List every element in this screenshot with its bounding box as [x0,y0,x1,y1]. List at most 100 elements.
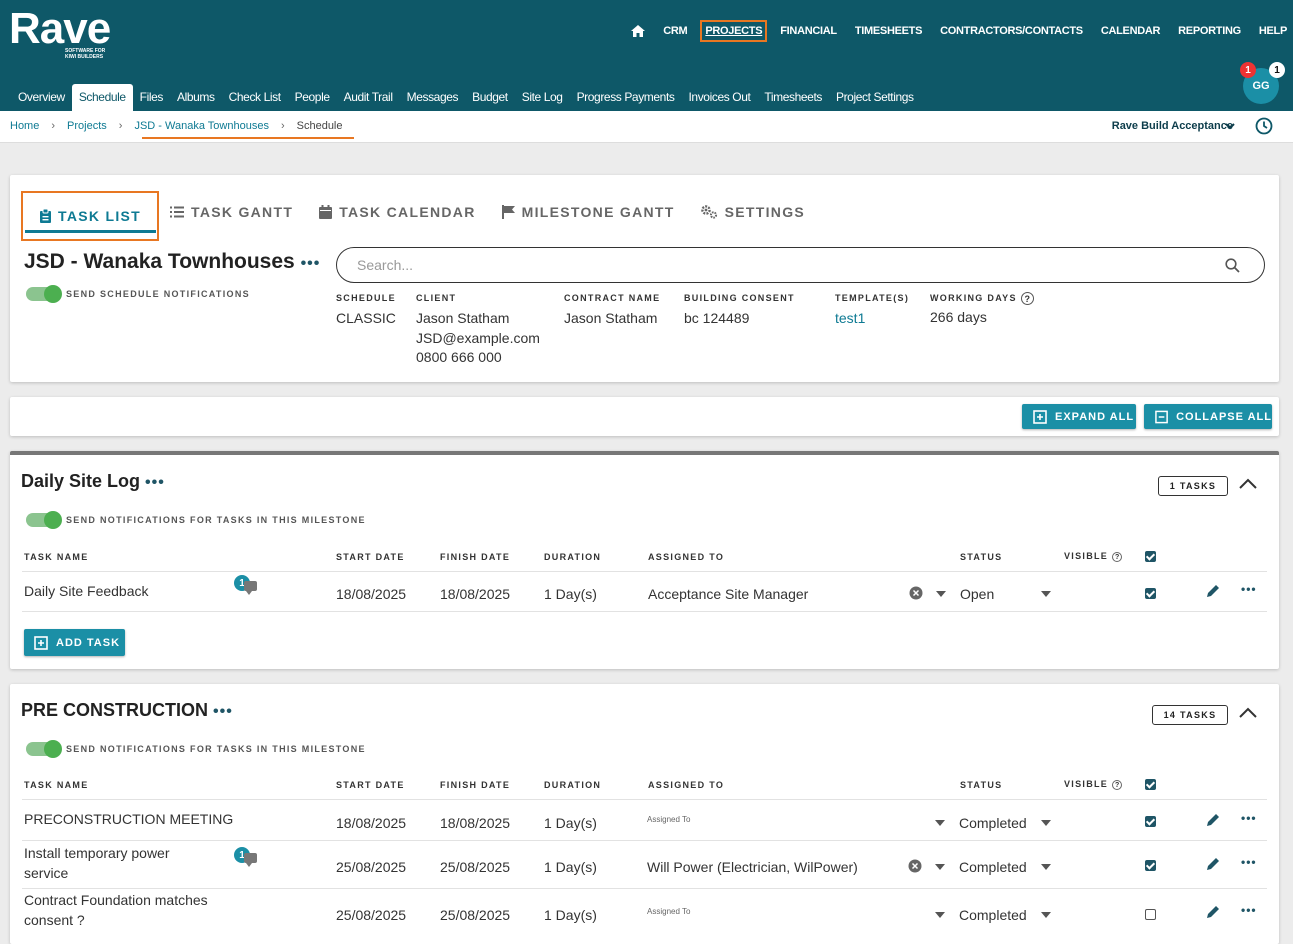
tab-task-calendar[interactable]: TASK CALENDAR [319,191,475,233]
pencil-icon[interactable] [1206,857,1220,871]
clear-icon[interactable] [908,859,922,873]
home-icon[interactable] [631,25,646,37]
task-name[interactable]: PRECONSTRUCTION MEETING [24,811,233,827]
dropdown-arrow-icon[interactable] [1041,820,1051,826]
help-icon[interactable]: ? [1112,779,1123,790]
task-finish-date[interactable]: 25/08/2025 [440,907,510,923]
task-name[interactable]: Install temporary power service [24,844,214,883]
nav-financial[interactable]: FINANCIAL [780,25,837,37]
milestone-notifications-toggle[interactable] [26,511,62,529]
task-visible-checkbox[interactable] [1145,909,1156,920]
search-input[interactable] [357,257,1217,273]
tab-people[interactable]: People [288,84,337,111]
row-more-menu[interactable]: ••• [1241,903,1257,917]
dropdown-arrow-icon[interactable] [935,912,945,918]
tab-budget[interactable]: Budget [465,84,515,111]
tab-overview[interactable]: Overview [11,84,72,111]
tab-messages[interactable]: Messages [400,84,466,111]
clock-icon[interactable] [1255,117,1273,135]
dropdown-arrow-icon[interactable] [1041,912,1051,918]
task-start-date[interactable]: 18/08/2025 [336,815,406,831]
schedule-notifications-toggle[interactable] [26,285,62,303]
clear-icon[interactable] [909,586,923,600]
task-assigned-to[interactable]: Acceptance Site Manager [648,586,808,602]
select-all-checkbox[interactable] [1145,551,1156,562]
nav-calendar[interactable]: CALENDAR [1101,25,1161,37]
task-visible-checkbox[interactable] [1145,588,1156,599]
nav-projects[interactable]: PROJECTS [700,20,768,42]
pencil-icon[interactable] [1206,584,1220,598]
dropdown-arrow-icon[interactable] [936,591,946,597]
task-name[interactable]: Daily Site Feedback [24,583,149,599]
task-duration[interactable]: 1 Day(s) [544,907,597,923]
task-visible-checkbox[interactable] [1145,816,1156,827]
breadcrumb-project[interactable]: JSD - Wanaka Townhouses [134,120,269,132]
nav-help[interactable]: HELP [1259,25,1287,37]
expand-all-button[interactable]: EXPAND ALL [1022,404,1136,429]
task-finish-date[interactable]: 18/08/2025 [440,586,510,602]
select-all-checkbox[interactable] [1145,779,1156,790]
dropdown-arrow-icon[interactable] [935,864,945,870]
tab-project-settings[interactable]: Project Settings [829,84,921,111]
task-finish-date[interactable]: 25/08/2025 [440,859,510,875]
chevron-down-icon[interactable] [1224,121,1236,131]
row-more-menu[interactable]: ••• [1241,855,1257,869]
help-icon[interactable]: ? [1112,551,1123,562]
breadcrumb-home[interactable]: Home [10,120,39,132]
rave-logo[interactable]: Rave SOFTWARE FOR KIWI BUILDERS [9,7,111,61]
task-assigned-to[interactable]: Will Power (Electrician, WilPower) [647,859,858,875]
nav-crm[interactable]: CRM [663,25,687,37]
pencil-icon[interactable] [1206,905,1220,919]
task-duration[interactable]: 1 Day(s) [544,586,597,602]
chevron-up-icon[interactable] [1238,478,1258,490]
pencil-icon[interactable] [1206,813,1220,827]
task-status[interactable]: Completed [959,815,1027,831]
project-more-menu[interactable]: ••• [301,255,321,272]
nav-timesheets[interactable]: TIMESHEETS [855,25,923,37]
task-start-date[interactable]: 18/08/2025 [336,586,406,602]
nav-reporting[interactable]: REPORTING [1178,25,1241,37]
notification-badge-red[interactable]: 1 [1240,62,1256,78]
tab-check-list[interactable]: Check List [222,84,288,111]
milestone-more-menu[interactable]: ••• [213,703,233,720]
search-icon[interactable] [1225,258,1240,273]
tab-timesheets[interactable]: Timesheets [757,84,829,111]
milestone-notifications-toggle[interactable] [26,740,62,758]
nav-contractors-contacts[interactable]: CONTRACTORS/CONTACTS [940,25,1083,37]
task-duration[interactable]: 1 Day(s) [544,815,597,831]
breadcrumb-projects[interactable]: Projects [67,120,107,132]
tab-task-list[interactable]: TASK LIST [21,191,159,241]
row-more-menu[interactable]: ••• [1241,811,1257,825]
tab-albums[interactable]: Albums [170,84,222,111]
task-assigned-to-placeholder[interactable]: Assigned To [647,907,690,916]
tab-invoices-out[interactable]: Invoices Out [682,84,758,111]
dropdown-arrow-icon[interactable] [1041,591,1051,597]
comments-icon[interactable]: 1 [234,847,258,867]
tab-milestone-gantt[interactable]: MILESTONE GANTT [501,191,675,233]
tab-task-gantt[interactable]: TASK GANTT [170,191,293,233]
task-visible-checkbox[interactable] [1145,860,1156,871]
task-name[interactable]: Contract Foundation matches consent ? [24,891,234,930]
row-more-menu[interactable]: ••• [1241,582,1257,596]
task-finish-date[interactable]: 18/08/2025 [440,815,510,831]
task-start-date[interactable]: 25/08/2025 [336,907,406,923]
notification-badge-white[interactable]: 1 [1269,62,1285,78]
tab-site-log[interactable]: Site Log [515,84,570,111]
tab-progress-payments[interactable]: Progress Payments [570,84,682,111]
milestone-more-menu[interactable]: ••• [145,474,165,491]
dropdown-arrow-icon[interactable] [935,820,945,826]
add-task-button[interactable]: ADD TASK [24,629,125,656]
task-assigned-to-placeholder[interactable]: Assigned To [647,815,690,824]
help-icon[interactable]: ? [1020,292,1034,305]
task-status[interactable]: Open [960,586,994,602]
task-duration[interactable]: 1 Day(s) [544,859,597,875]
tab-settings[interactable]: SETTINGS [700,191,805,233]
meta-template-link[interactable]: test1 [835,309,909,329]
account-selector[interactable]: Rave Build Acceptance [1112,120,1233,132]
chevron-up-icon[interactable] [1238,707,1258,719]
task-start-date[interactable]: 25/08/2025 [336,859,406,875]
task-status[interactable]: Completed [959,859,1027,875]
comments-icon[interactable]: 1 [234,575,258,595]
task-status[interactable]: Completed [959,907,1027,923]
collapse-all-button[interactable]: COLLAPSE ALL [1144,404,1272,429]
